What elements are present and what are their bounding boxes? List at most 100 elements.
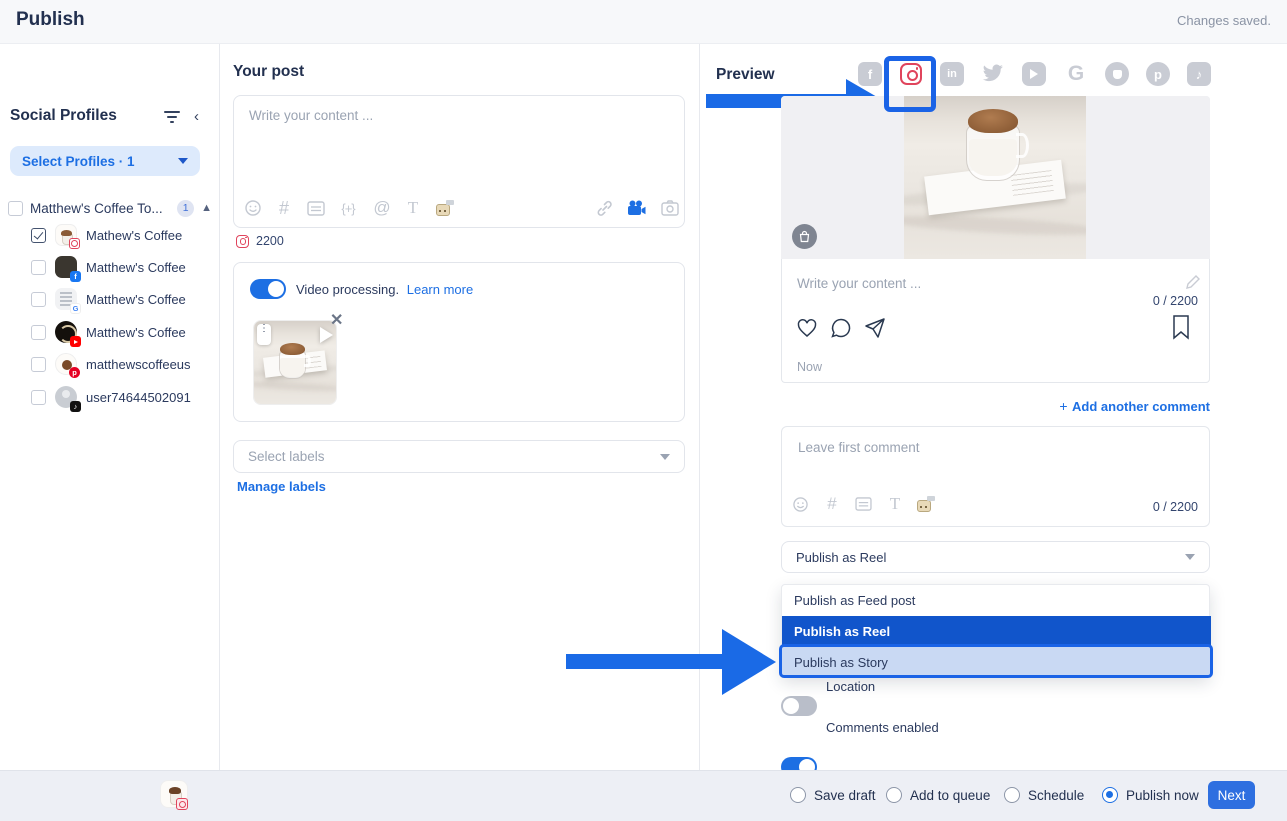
group-checkbox[interactable] (8, 201, 23, 216)
annotation-arrow-head (722, 629, 776, 695)
tag-products-icon[interactable] (792, 224, 817, 249)
facebook-icon: f (70, 271, 81, 282)
radio-icon[interactable] (1102, 787, 1118, 803)
profile-checkbox[interactable] (31, 228, 46, 243)
comment-placeholder: Leave first comment (798, 440, 920, 455)
tab-pinterest[interactable]: p (1146, 62, 1170, 86)
drag-handle-icon[interactable]: ⋮ (257, 324, 271, 345)
next-button[interactable]: Next (1208, 781, 1255, 809)
avatar (55, 321, 77, 343)
filter-icon[interactable] (163, 110, 181, 129)
video-processing-toggle[interactable] (250, 279, 286, 299)
tab-mastodon[interactable] (1105, 62, 1129, 86)
location-label: Location (826, 679, 875, 694)
profile-row-google[interactable]: G Matthew's Coffee (31, 287, 216, 311)
saved-replies-icon[interactable] (852, 494, 874, 514)
share-icon (863, 316, 887, 340)
collapse-sidebar-icon[interactable]: ‹ (194, 108, 199, 125)
add-comment-link[interactable]: + Add another comment (0, 398, 1210, 416)
radio-icon[interactable] (1004, 787, 1020, 803)
avatar: p (55, 353, 77, 375)
tab-linkedin[interactable]: in (940, 62, 964, 86)
text-style-icon[interactable]: T (402, 198, 424, 218)
saved-replies-icon[interactable] (305, 198, 327, 218)
profile-checkbox[interactable] (31, 357, 46, 372)
chevron-up-icon[interactable]: ▲ (201, 202, 212, 214)
profile-name: Matthew's Coffee (86, 260, 186, 275)
hashtag-icon[interactable]: # (273, 198, 295, 218)
ai-assistant-icon[interactable] (915, 494, 937, 514)
profile-name: matthewscoffeeus (86, 357, 191, 372)
youtube-icon (70, 336, 81, 347)
preview-title: Preview (716, 66, 775, 84)
text-style-icon[interactable]: T (884, 494, 906, 514)
labels-select[interactable]: Select labels (233, 440, 685, 473)
remove-media-icon[interactable]: ✕ (330, 310, 343, 330)
location-toggle[interactable] (781, 696, 817, 716)
video-processing-label: Video processing. Learn more (296, 282, 473, 297)
avatar (55, 224, 77, 246)
radio-icon[interactable] (886, 787, 902, 803)
profile-checkbox[interactable] (31, 260, 46, 275)
link-icon[interactable] (593, 198, 615, 218)
comment-char-counter: 0 / 2200 (1050, 500, 1198, 514)
photo-icon[interactable] (659, 198, 681, 218)
radio-label: Save draft (814, 788, 876, 803)
select-profiles-dropdown[interactable]: Select Profiles · 1 (10, 146, 200, 176)
tab-youtube[interactable] (1022, 62, 1046, 86)
tab-tiktok[interactable]: ♪ (1187, 62, 1211, 86)
radio-schedule[interactable]: Schedule (1004, 787, 1084, 803)
publish-type-value: Publish as Reel (796, 550, 1185, 565)
mention-icon[interactable]: @ (371, 198, 393, 218)
composer-title: Your post (233, 63, 304, 81)
annotation-box-story (779, 644, 1213, 678)
snippet-icon[interactable]: {+} (337, 198, 359, 218)
instagram-icon (69, 238, 80, 249)
linkedin-icon: in (940, 62, 964, 86)
group-name: Matthew's Coffee To... (30, 201, 170, 216)
edit-caption-icon[interactable] (1186, 275, 1200, 294)
radio-add-to-queue[interactable]: Add to queue (886, 787, 990, 803)
mastodon-icon (1105, 62, 1129, 86)
post-content-editor[interactable]: Write your content ... (233, 95, 685, 228)
publish-page: Publish Changes saved. Social Profiles ‹… (0, 0, 1287, 821)
profile-row-youtube[interactable]: Matthew's Coffee (31, 320, 216, 344)
video-icon[interactable] (626, 198, 648, 218)
radio-save-draft[interactable]: Save draft (790, 787, 876, 803)
profile-row-pinterest[interactable]: p matthewscoffeeus (31, 352, 216, 376)
radio-publish-now[interactable]: Publish now (1102, 787, 1199, 803)
publish-type-select[interactable]: Publish as Reel (781, 541, 1210, 573)
ai-assistant-icon[interactable] (434, 198, 456, 218)
tab-google[interactable]: G (1064, 62, 1088, 86)
profile-group-row[interactable]: Matthew's Coffee To... 1 ▲ (8, 199, 212, 217)
group-count-badge: 1 (177, 200, 194, 217)
chevron-down-icon (178, 158, 188, 164)
top-bar: Publish Changes saved. (0, 0, 1287, 44)
emoji-icon[interactable] (242, 198, 264, 218)
hashtag-icon[interactable]: # (821, 494, 843, 514)
profile-name: Matthew's Coffee (86, 325, 186, 340)
preview-media-area (781, 96, 1210, 259)
profile-row-facebook[interactable]: f Matthew's Coffee (31, 255, 216, 279)
menu-option-feed-post[interactable]: Publish as Feed post (782, 585, 1211, 616)
instagram-icon (236, 235, 249, 248)
comments-enabled-label: Comments enabled (826, 720, 939, 735)
profile-checkbox[interactable] (31, 292, 46, 307)
sidebar-title: Social Profiles (10, 107, 117, 125)
menu-option-reel[interactable]: Publish as Reel (782, 616, 1211, 647)
preview-timestamp: Now (797, 360, 822, 374)
editor-placeholder: Write your content ... (249, 108, 373, 123)
annotation-box-instagram (884, 56, 936, 112)
instagram-char-limit: 2200 (236, 234, 284, 248)
manage-labels-link[interactable]: Manage labels (237, 479, 326, 494)
add-comment-label: Add another comment (1072, 399, 1210, 414)
profile-row-instagram[interactable]: Mathew's Coffee (31, 223, 216, 247)
tiktok-icon: ♪ (1187, 62, 1211, 86)
radio-icon[interactable] (790, 787, 806, 803)
profile-checkbox[interactable] (31, 325, 46, 340)
learn-more-link[interactable]: Learn more (407, 282, 473, 297)
profile-name: Matthew's Coffee (86, 292, 186, 307)
comment-icon (829, 316, 853, 340)
tab-twitter[interactable] (981, 62, 1005, 86)
emoji-icon[interactable] (789, 494, 811, 514)
